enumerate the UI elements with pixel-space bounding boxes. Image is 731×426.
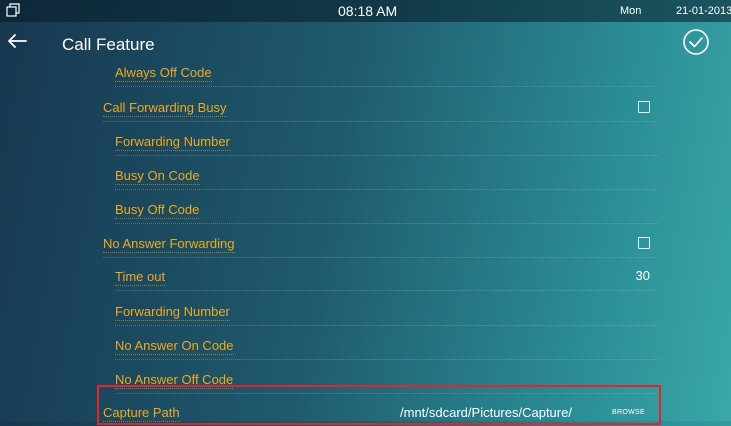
check-circle-icon[interactable] xyxy=(681,27,711,57)
no-answer-forwarding-number-row[interactable]: Forwarding Number xyxy=(115,297,658,326)
status-day: Mon xyxy=(620,5,642,17)
status-bar: 08:18 AM Mon 21-01-2013 xyxy=(0,0,731,22)
always-off-code-row[interactable]: Always Off Code xyxy=(115,58,658,87)
capture-path-value: /mnt/sdcard/Pictures/Capture/ xyxy=(400,405,572,420)
no-answer-forwarding-label: No Answer Forwarding xyxy=(103,236,235,253)
no-answer-on-code-row[interactable]: No Answer On Code xyxy=(115,331,658,360)
time-out-label: Time out xyxy=(115,269,166,286)
no-answer-forwarding-row[interactable]: No Answer Forwarding xyxy=(103,229,658,258)
no-answer-off-code-label: No Answer Off Code xyxy=(115,372,234,389)
no-answer-off-code-row[interactable]: No Answer Off Code xyxy=(115,365,658,394)
status-time: 08:18 AM xyxy=(338,3,398,19)
call-forwarding-busy-row[interactable]: Call Forwarding Busy xyxy=(103,93,658,122)
always-off-code-label: Always Off Code xyxy=(115,65,212,82)
call-forwarding-busy-label: Call Forwarding Busy xyxy=(103,100,227,117)
capture-path-row[interactable]: Capture Path xyxy=(103,398,658,426)
time-out-value: 30 xyxy=(635,268,650,283)
busy-forwarding-number-row[interactable]: Forwarding Number xyxy=(115,127,658,156)
time-out-row[interactable]: Time out 30 xyxy=(115,262,658,291)
busy-on-code-row[interactable]: Busy On Code xyxy=(115,161,658,190)
back-arrow-icon[interactable] xyxy=(4,28,30,54)
busy-on-code-label: Busy On Code xyxy=(115,168,200,185)
call-forwarding-busy-checkbox[interactable] xyxy=(638,101,650,113)
busy-forwarding-number-label: Forwarding Number xyxy=(115,134,230,151)
capture-path-label: Capture Path xyxy=(103,405,180,422)
window-restore-icon xyxy=(6,3,20,17)
no-answer-forwarding-number-label: Forwarding Number xyxy=(115,304,230,321)
no-answer-forwarding-checkbox[interactable] xyxy=(638,237,650,249)
no-answer-on-code-label: No Answer On Code xyxy=(115,338,234,355)
status-date: 21-01-2013 xyxy=(676,5,731,17)
browse-button[interactable]: BROWSE xyxy=(612,409,645,416)
busy-off-code-row[interactable]: Busy Off Code xyxy=(115,195,658,224)
page-title: Call Feature xyxy=(62,35,155,54)
busy-off-code-label: Busy Off Code xyxy=(115,202,200,219)
